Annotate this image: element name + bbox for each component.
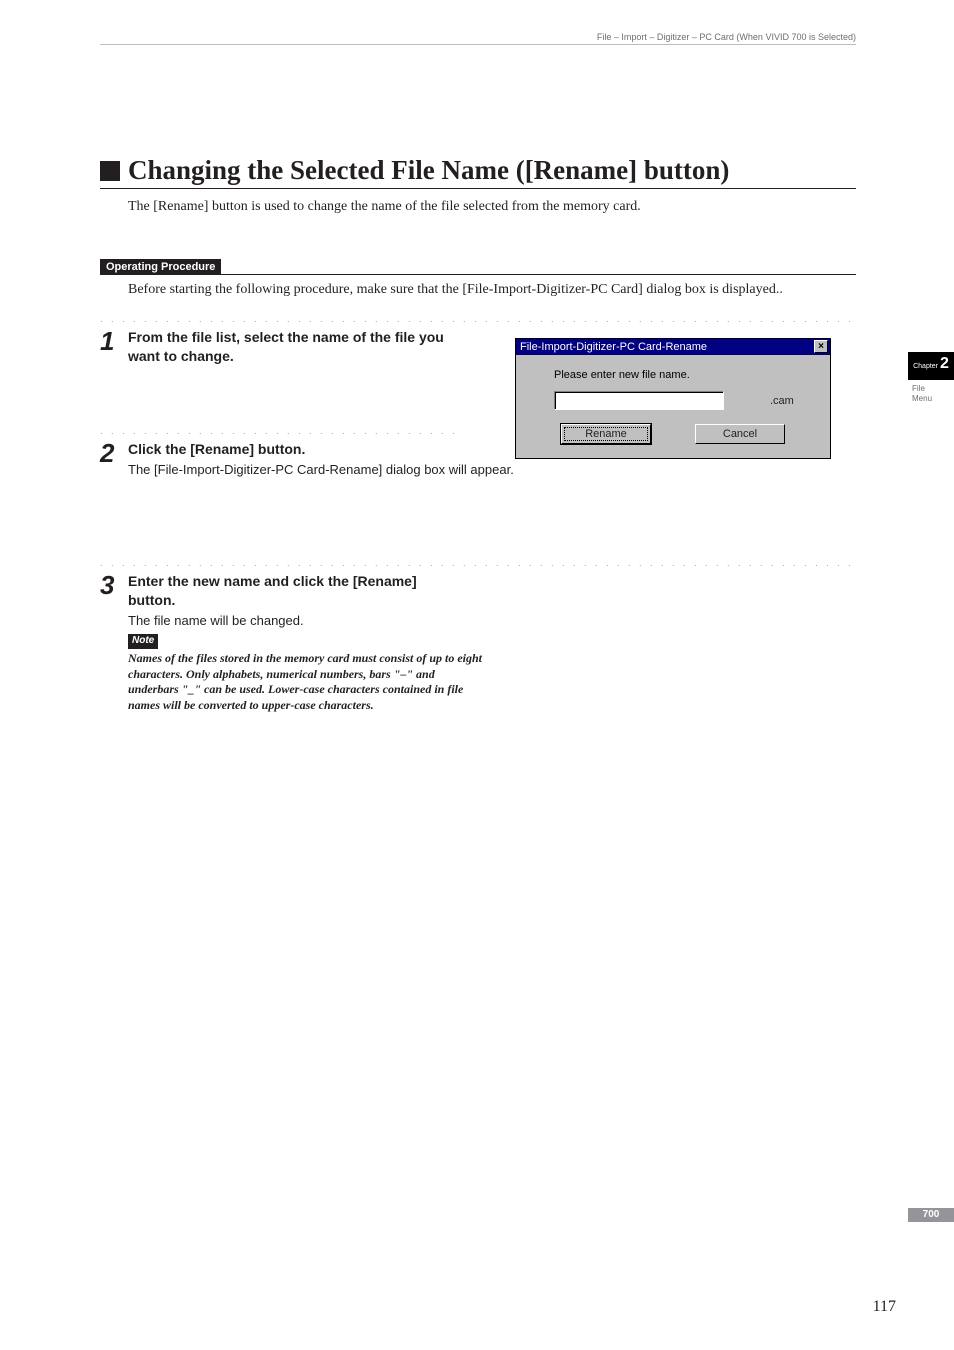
rename-dialog: File-Import-Digitizer-PC Card-Rename × P… xyxy=(515,338,831,459)
chapter-label: Chapter xyxy=(913,363,938,370)
section-title: Changing the Selected File Name ([Rename… xyxy=(128,155,729,186)
step-description: The file name will be changed. xyxy=(128,612,488,630)
running-header: File – Import – Digitizer – PC Card (Whe… xyxy=(100,0,856,45)
note-label: Note xyxy=(128,634,158,649)
dialog-message: Please enter new file name. xyxy=(554,369,812,381)
section-heading-row: Changing the Selected File Name ([Rename… xyxy=(100,155,856,189)
step-heading: Click the [Rename] button. xyxy=(128,440,514,459)
section-intro: The [Rename] button is used to change th… xyxy=(128,199,856,215)
page-number: 117 xyxy=(873,1298,896,1316)
step-number: 2 xyxy=(100,440,128,466)
dialog-titlebar: File-Import-Digitizer-PC Card-Rename × xyxy=(516,339,830,355)
tab-line2: Menu xyxy=(912,394,954,404)
tab-line1: File xyxy=(912,384,954,394)
step-number: 1 xyxy=(100,328,128,354)
dotted-divider: . . . . . . . . . . . . . . . . . . . . … xyxy=(100,558,856,568)
operating-procedure-label: Operating Procedure xyxy=(100,259,221,275)
chapter-tab: Chapter 2 File Menu xyxy=(908,352,954,403)
dialog-title: File-Import-Digitizer-PC Card-Rename xyxy=(520,341,814,353)
cancel-button[interactable]: Cancel xyxy=(695,424,785,444)
step-description: The [File-Import-Digitizer-PC Card-Renam… xyxy=(128,461,514,479)
before-text: Before starting the following procedure,… xyxy=(128,281,856,300)
rename-button[interactable]: Rename xyxy=(561,424,651,444)
close-icon[interactable]: × xyxy=(814,340,828,353)
bullet-square-icon xyxy=(100,161,120,181)
step-3: 3 Enter the new name and click the [Rena… xyxy=(100,572,856,713)
dotted-divider: . . . . . . . . . . . . . . . . . . . . … xyxy=(100,314,856,324)
step-number: 3 xyxy=(100,572,128,598)
file-extension-label: .cam xyxy=(770,395,794,407)
step-heading: Enter the new name and click the [Rename… xyxy=(128,572,448,610)
chapter-number: 2 xyxy=(940,355,949,372)
model-badge: 700 xyxy=(908,1208,954,1222)
step-heading: From the file list, select the name of t… xyxy=(128,328,468,366)
note-body: Names of the files stored in the memory … xyxy=(128,651,488,713)
dotted-divider: . . . . . . . . . . . . . . . . . . . . … xyxy=(100,426,460,436)
filename-input[interactable] xyxy=(554,391,724,410)
